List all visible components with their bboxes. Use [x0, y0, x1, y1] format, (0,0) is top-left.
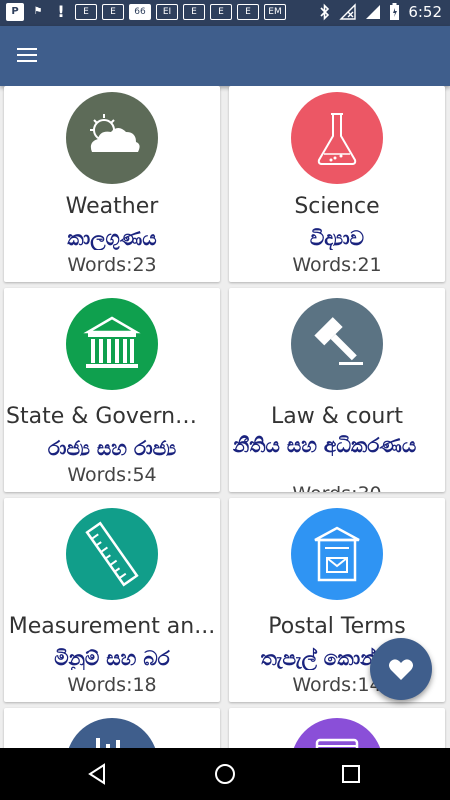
government-building-icon: [66, 298, 158, 390]
warning-icon: !: [57, 2, 65, 21]
category-title: Measurement an...: [8, 614, 216, 639]
notification-e1-icon: E: [75, 4, 97, 20]
category-sinhala: රාජ්‍ය සහ රාජ්‍ය: [47, 436, 177, 460]
system-nav-bar: [0, 748, 450, 800]
category-word-count: Words:18: [67, 674, 157, 696]
category-word-count: Words:30: [229, 483, 445, 492]
notification-ei-icon: EI: [156, 4, 178, 20]
category-sinhala: කාලගුණය: [67, 226, 157, 250]
category-card-law-court[interactable]: Law & court නීතිය සහ අධිකරණය Words:30: [229, 288, 445, 492]
notification-location-icon: ⚑: [33, 6, 43, 17]
app-bar: [0, 26, 450, 86]
recents-icon[interactable]: [337, 760, 365, 788]
notification-icons: P ⚑ ! E E 66 EI E E E EM: [6, 3, 286, 21]
signal-off-icon: [339, 3, 357, 20]
weather-icon: [66, 92, 158, 184]
battery-icon: [390, 3, 400, 20]
category-sinhala: නීතිය සහ අධිකරණය: [233, 434, 417, 456]
bluetooth-icon: [320, 3, 330, 21]
heart-icon: [389, 659, 413, 680]
category-card-weather[interactable]: Weather කාලගුණය Words:23: [4, 86, 220, 282]
notification-e4-icon: E: [210, 4, 232, 20]
notification-e2-icon: E: [102, 4, 124, 20]
notification-66-icon: 66: [129, 4, 151, 20]
home-icon[interactable]: [211, 760, 239, 788]
category-title: Science: [294, 194, 380, 219]
status-bar: P ⚑ ! E E 66 EI E E E EM 6:52: [0, 0, 450, 26]
notification-e5-icon: E: [237, 4, 259, 20]
flask-icon: [291, 92, 383, 184]
category-title: Law & court: [270, 404, 404, 429]
mailbox-icon: [291, 508, 383, 600]
category-title: State & Governme...: [6, 404, 220, 429]
category-word-count: Words:54: [67, 464, 157, 486]
category-word-count: Words:21: [292, 254, 382, 276]
favorites-fab[interactable]: [370, 638, 432, 700]
category-card-measurement[interactable]: Measurement an... මිනුම් සහ බර Words:18: [4, 498, 220, 702]
category-card-7[interactable]: [4, 708, 220, 748]
category-title: Postal Terms: [268, 614, 406, 639]
network-icon: [366, 5, 381, 19]
category-card-science[interactable]: Science විද්‍යාව Words:21: [229, 86, 445, 282]
menu-icon-line: [17, 60, 37, 62]
system-icons: 6:52: [319, 3, 442, 21]
notification-e3-icon: E: [183, 4, 205, 20]
category-sinhala: මිනුම් සහ බර: [54, 646, 170, 670]
gavel-icon: [291, 298, 383, 390]
notification-p-icon: P: [6, 3, 24, 21]
chart-icon: [66, 718, 158, 748]
menu-button[interactable]: [14, 44, 42, 68]
category-card-8[interactable]: [229, 708, 445, 748]
menu-icon-line: [17, 48, 37, 50]
back-icon[interactable]: [84, 760, 112, 788]
clock: 6:52: [408, 3, 442, 21]
category-sinhala: විද්‍යාව: [309, 226, 365, 250]
category-card-state-government[interactable]: State & Governme... රාජ්‍ය සහ රාජ්‍ය Wor…: [4, 288, 220, 492]
category-title: Weather: [65, 194, 159, 219]
tablet-icon: [291, 718, 383, 748]
menu-icon-line: [17, 54, 37, 56]
ruler-icon: [66, 508, 158, 600]
category-word-count: Words:23: [67, 254, 157, 276]
notification-em-icon: EM: [264, 4, 286, 20]
